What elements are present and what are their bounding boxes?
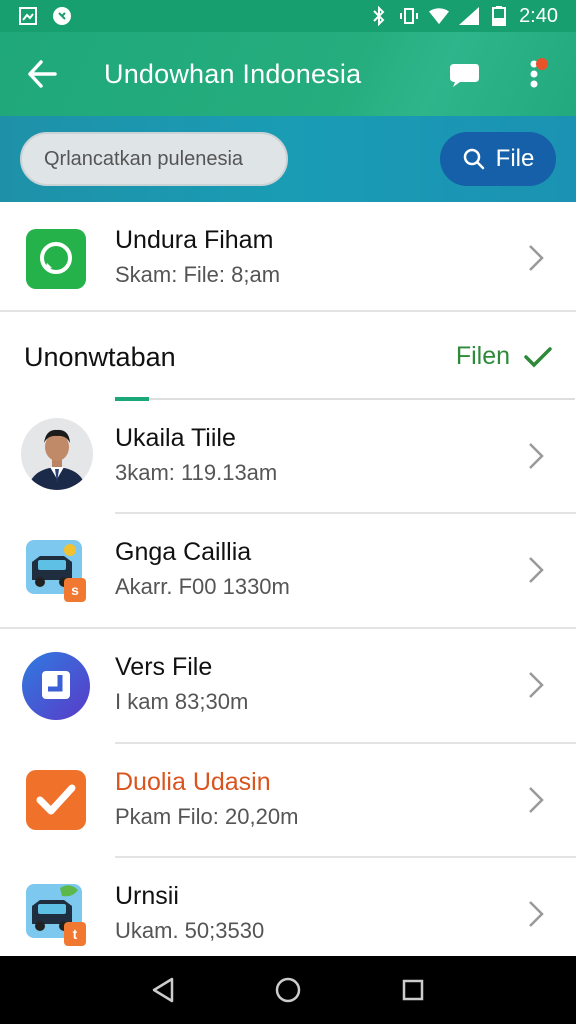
chat-button[interactable]	[442, 52, 486, 96]
back-button[interactable]	[20, 52, 64, 96]
list-item-title: Gnga Caillia	[115, 538, 252, 566]
whatsapp-icon	[22, 225, 90, 293]
section-title: Unonwtaban	[24, 342, 176, 372]
notification-badge	[536, 58, 548, 70]
bluetooth-icon	[369, 6, 389, 26]
app-j-icon	[22, 651, 90, 720]
more-options-button[interactable]	[512, 52, 556, 96]
check-icon	[524, 346, 552, 367]
list-item[interactable]: t Urnsii Ukam. 50;3530	[0, 858, 576, 956]
section-header: Unonwtaban Filen	[0, 312, 576, 402]
list-item-subtitle: 3kam: 119.13am	[115, 460, 278, 485]
list-item-title: Urnsii	[115, 882, 179, 910]
triangle-back-icon	[152, 977, 173, 1003]
list-item[interactable]: s Gnga Caillia Akarr. F00 1330m	[0, 514, 576, 628]
list-item-title: Ukaila Tiile	[115, 424, 236, 452]
chevron-right-icon	[529, 245, 544, 271]
chevron-right-icon	[529, 557, 544, 583]
list-item-title: Undura Fiham	[115, 226, 274, 254]
battery-icon	[489, 6, 509, 26]
taxi-icon: s	[22, 536, 90, 604]
list-item[interactable]: Duolia Udasin Pkam Filo: 20,20m	[0, 744, 576, 858]
image-notification-icon	[18, 6, 38, 26]
chat-bubble-icon	[450, 64, 479, 87]
search-icon	[463, 148, 484, 170]
list-item[interactable]: Ukaila Tiile 3kam: 119.13am	[0, 400, 576, 514]
status-bar: 2:40	[0, 0, 576, 32]
system-nav-bar	[0, 956, 576, 1024]
chevron-right-icon	[529, 672, 544, 698]
person-avatar	[21, 418, 93, 490]
app-bar: Undowhan Indonesia	[0, 32, 576, 116]
svg-text:s: s	[71, 582, 79, 598]
file-search-button[interactable]: File	[440, 132, 556, 186]
search-band: Qrlancatkan pulenesia File	[0, 116, 576, 202]
checkmark-icon	[22, 766, 90, 834]
nav-home-button[interactable]	[268, 970, 308, 1010]
section-action-button[interactable]: Filen	[456, 342, 552, 371]
vibrate-icon	[399, 6, 419, 26]
search-placeholder: Qrlancatkan pulenesia	[44, 147, 244, 170]
list-item-subtitle: Skam: File: 8;am	[115, 262, 281, 287]
search-input[interactable]: Qrlancatkan pulenesia	[20, 132, 288, 186]
arrow-left-icon	[28, 60, 57, 88]
page-title: Undowhan Indonesia	[104, 58, 362, 89]
chevron-right-icon	[529, 443, 544, 469]
whatsapp-notification-icon	[52, 6, 72, 26]
file-button-label: File	[495, 145, 535, 172]
list-item-title: Vers File	[115, 653, 213, 681]
pinned-list-item[interactable]: Undura Fiham Skam: File: 8;am	[0, 202, 576, 316]
section-action-label: Filen	[455, 342, 510, 370]
list-item-subtitle: I kam 83;30m	[115, 689, 249, 714]
circle-home-icon	[275, 977, 301, 1003]
svg-text:t: t	[73, 926, 78, 942]
list-item-subtitle: Akarr. F00 1330m	[115, 574, 290, 599]
chevron-right-icon	[529, 787, 544, 813]
nav-recents-button[interactable]	[393, 970, 433, 1010]
status-time: 2:40	[519, 4, 558, 27]
list-item-subtitle: Ukam. 50;3530	[115, 918, 265, 943]
nav-back-button[interactable]	[143, 970, 183, 1010]
taxi-icon: t	[22, 880, 90, 948]
list-item[interactable]: Vers File I kam 83;30m	[0, 629, 576, 743]
signal-icon	[459, 6, 480, 26]
list-item-subtitle: Pkam Filo: 20,20m	[115, 804, 299, 829]
list-item-title: Duolia Udasin	[115, 768, 271, 796]
wifi-icon	[429, 6, 450, 26]
square-recents-icon	[403, 979, 424, 1001]
chevron-right-icon	[529, 901, 544, 927]
